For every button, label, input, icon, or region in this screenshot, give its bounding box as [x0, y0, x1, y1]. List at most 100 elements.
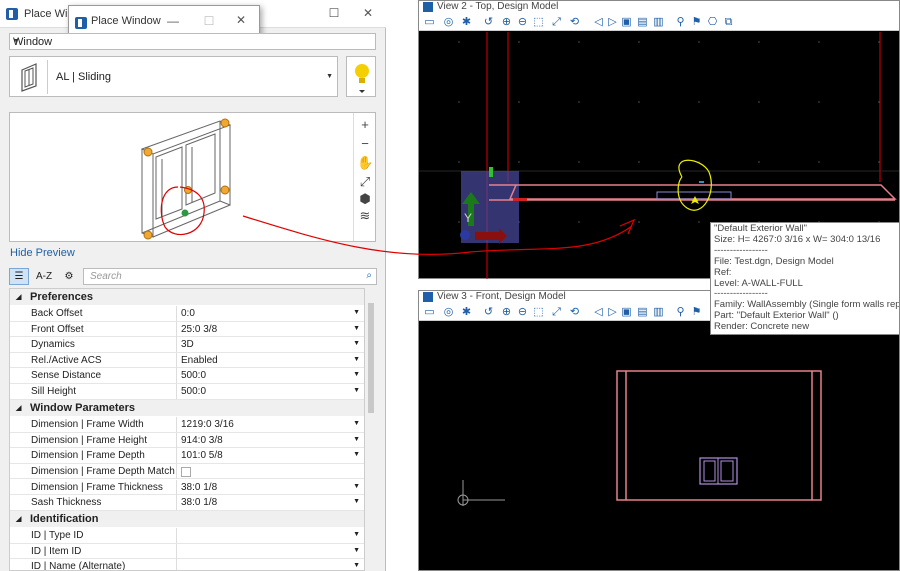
property-row[interactable]: Sill Height 500:0 ▼	[10, 384, 364, 400]
filter-settings-icon[interactable]: ⚙	[59, 268, 79, 285]
property-row[interactable]: Sash Thickness 38:0 1/8 ▼	[10, 495, 364, 511]
property-value[interactable]: 38:0 1/8 ▼	[176, 479, 364, 495]
chevron-down-icon[interactable]: ▼	[353, 340, 360, 347]
chevron-down-icon[interactable]: ▼	[353, 531, 360, 538]
window-preview[interactable]: + − ✋ ⤢ ⬢ ≋	[9, 112, 376, 242]
previous-view-icon[interactable]: ◁	[591, 15, 606, 29]
collapse-triangle-icon[interactable]: ◢	[16, 515, 21, 523]
copy-view-icon[interactable]: ⧉	[721, 15, 736, 29]
scrollbar-thumb[interactable]	[368, 303, 374, 413]
view-3-canvas[interactable]	[419, 322, 899, 571]
view-front-icon[interactable]: ▤	[635, 15, 650, 29]
chevron-down-icon[interactable]: ▼	[353, 356, 360, 363]
update-view-icon[interactable]: ↺	[481, 305, 496, 319]
property-value[interactable]	[176, 463, 364, 479]
property-value[interactable]: 3D ▼	[176, 337, 364, 353]
property-value[interactable]: 914:0 3/8 ▼	[176, 432, 364, 448]
property-row[interactable]: Dimension | Frame Width 1219:0 3/16 ▼	[10, 417, 364, 433]
property-value[interactable]: 101:0 5/8 ▼	[176, 448, 364, 464]
property-value[interactable]: 25:0 3/8 ▼	[176, 321, 364, 337]
chevron-down-icon[interactable]: ▼	[353, 436, 360, 443]
view-right-icon[interactable]: ▥	[651, 15, 666, 29]
properties-scrollbar[interactable]	[367, 295, 375, 571]
property-value[interactable]: 500:0 ▼	[176, 384, 364, 399]
property-value[interactable]: 500:0 ▼	[176, 368, 364, 384]
view-display-icon[interactable]: ◎	[441, 15, 456, 29]
property-value[interactable]: Enabled ▼	[176, 352, 364, 368]
view-right-icon[interactable]: ▥	[651, 305, 666, 319]
fit-view-icon[interactable]: ⤢	[357, 174, 373, 190]
chevron-down-icon[interactable]: ▼	[353, 562, 360, 569]
view-cube-icon[interactable]: ⬢	[357, 191, 373, 207]
camera-icon[interactable]: ⎔	[705, 15, 720, 29]
fit-view-icon[interactable]: ⤢	[549, 305, 564, 319]
view-attributes-icon[interactable]: ▭	[422, 15, 437, 29]
rotate-view-icon[interactable]: ⟲	[567, 305, 582, 319]
view-attributes-icon[interactable]: ▭	[422, 305, 437, 319]
property-row[interactable]: ID | Type ID ▼	[10, 528, 364, 544]
categorized-view-icon[interactable]: ☰	[9, 268, 29, 285]
pan-hand-icon[interactable]: ✋	[357, 155, 373, 171]
close-icon[interactable]: ✕	[360, 6, 376, 20]
render-icon[interactable]: ✱	[459, 305, 474, 319]
chevron-down-icon[interactable]: ▼	[353, 420, 360, 427]
render-icon[interactable]: ✱	[459, 15, 474, 29]
chevron-down-icon[interactable]: ▼	[353, 483, 360, 490]
minimize-icon[interactable]: —	[165, 14, 181, 28]
view-display-icon[interactable]: ◎	[441, 305, 456, 319]
property-value[interactable]: ▼	[176, 559, 364, 570]
property-row[interactable]: Dimension | Frame Thickness 38:0 1/8 ▼	[10, 479, 364, 496]
view-top-icon[interactable]: ▣	[619, 305, 634, 319]
chevron-down-icon[interactable]: ▼	[353, 387, 360, 394]
property-row[interactable]: Front Offset 25:0 3/8 ▼	[10, 321, 364, 338]
property-checkbox[interactable]	[181, 466, 191, 477]
close-icon[interactable]: ✕	[233, 13, 249, 27]
category-header[interactable]: ◢ Preferences	[10, 289, 364, 305]
chevron-down-icon[interactable]: ▼	[353, 309, 360, 316]
layers-icon[interactable]: ≋	[357, 208, 373, 224]
search-input[interactable]: Search ⌕	[83, 268, 377, 285]
rotate-view-icon[interactable]: ⟲	[567, 15, 582, 29]
collapse-triangle-icon[interactable]: ◢	[16, 293, 21, 301]
hide-preview-link[interactable]: Hide Preview	[10, 247, 75, 259]
next-view-icon[interactable]: ▷	[605, 15, 620, 29]
property-row[interactable]: Dimension | Frame Height 914:0 3/8 ▼	[10, 432, 364, 449]
next-view-icon[interactable]: ▷	[605, 305, 620, 319]
maximize-icon[interactable]: ☐	[326, 6, 342, 20]
clip-volume-icon[interactable]: ⚑	[689, 15, 704, 29]
chevron-down-icon[interactable]: ▼	[353, 498, 360, 505]
zoom-out-icon[interactable]: −	[357, 136, 373, 152]
chevron-down-icon[interactable]: ▼	[353, 547, 360, 554]
chevron-down-icon[interactable]: ▼	[353, 371, 360, 378]
property-row[interactable]: Rel./Active ACS Enabled ▼	[10, 352, 364, 369]
zoom-in-icon[interactable]: ⊕	[499, 15, 514, 29]
property-row[interactable]: Dynamics 3D ▼	[10, 337, 364, 353]
zoom-out-icon[interactable]: ⊖	[515, 305, 530, 319]
window-area-icon[interactable]: ⬚	[531, 305, 546, 319]
property-row[interactable]: Dimension | Frame Depth Match Wall	[10, 463, 364, 480]
type-dropdown[interactable]: Window ▼	[9, 33, 376, 50]
walk-icon[interactable]: ⚲	[673, 15, 688, 29]
chevron-down-icon[interactable]: ▼	[353, 325, 360, 332]
style-dropdown[interactable]: AL | Sliding ▼	[9, 56, 338, 97]
sort-az-button[interactable]: A-Z	[34, 268, 54, 285]
category-header[interactable]: ◢ Window Parameters	[10, 400, 364, 417]
property-value[interactable]: ▼	[176, 528, 364, 544]
zoom-in-icon[interactable]: ⊕	[499, 305, 514, 319]
property-value[interactable]: 38:0 1/8 ▼	[176, 495, 364, 511]
property-value[interactable]: 1219:0 3/16 ▼	[176, 417, 364, 433]
property-value[interactable]: ▼	[176, 543, 364, 559]
chevron-down-icon[interactable]: ▼	[353, 451, 360, 458]
collapse-triangle-icon[interactable]: ◢	[16, 404, 21, 412]
fit-view-icon[interactable]: ⤢	[549, 15, 564, 29]
zoom-out-icon[interactable]: ⊖	[515, 15, 530, 29]
property-value[interactable]: 0:0 ▼	[176, 306, 364, 321]
clip-volume-icon[interactable]: ⚑	[689, 305, 704, 319]
property-row[interactable]: ID | Name (Alternate) ▼	[10, 559, 364, 570]
previous-view-icon[interactable]: ◁	[591, 305, 606, 319]
walk-icon[interactable]: ⚲	[673, 305, 688, 319]
property-row[interactable]: Sense Distance 500:0 ▼	[10, 368, 364, 384]
property-row[interactable]: ID | Item ID ▼	[10, 543, 364, 560]
category-header[interactable]: ◢ Identification	[10, 511, 364, 528]
window-area-icon[interactable]: ⬚	[531, 15, 546, 29]
